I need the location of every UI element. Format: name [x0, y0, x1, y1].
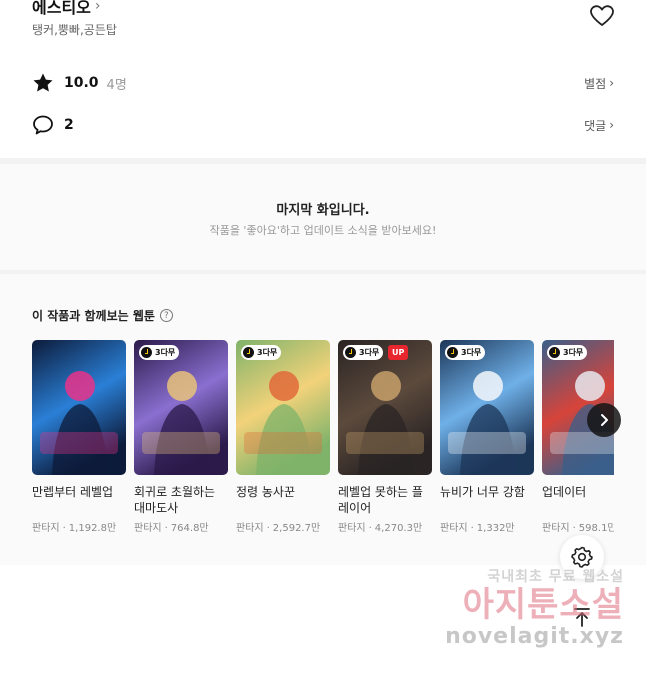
settings-button[interactable]	[560, 535, 604, 579]
webtoon-genre: 판타지	[236, 523, 264, 534]
webtoon-title: 업데이터	[542, 485, 587, 499]
clock-icon	[243, 347, 254, 358]
webtoon-card[interactable]: 3다무 업데이터 판타지 · 598.1만	[542, 340, 614, 534]
up-badge: UP	[388, 345, 409, 360]
webtoon-thumbnail: 3다무	[236, 340, 330, 475]
comment-link-label: 댓글	[584, 118, 607, 133]
webtoon-views: 1,192.8만	[68, 523, 117, 534]
wait-free-badge: 3다무	[139, 345, 180, 360]
rating-value: 10.0	[64, 75, 99, 91]
webtoon-views: 764.8만	[170, 523, 209, 534]
wait-free-badge: 3다무	[241, 345, 282, 360]
work-title: 에스티오	[32, 0, 91, 17]
webtoon-title: 뉴비가 너무 강함	[440, 485, 525, 499]
work-title-link[interactable]: 에스티오 ›	[32, 0, 101, 18]
webtoon-card[interactable]: 3다무 뉴비가 너무 강함 판타지 · 1,332만	[440, 340, 534, 534]
webtoon-meta: 판타지 · 598.1만	[542, 519, 614, 534]
last-episode-subtitle: 작품을 '좋아요'하고 업데이트 소식을 받아보세요!	[209, 224, 437, 237]
webtoon-card[interactable]: 3다무 정령 농사꾼 판타지 · 2,592.7만	[236, 340, 330, 534]
webtoon-card[interactable]: 3다무 UP 레벨업 못하는 플레이어 판타지 · 4,270.3만	[338, 340, 432, 534]
rating-link-label: 별점	[584, 76, 607, 91]
webtoon-genre: 판타지	[134, 523, 162, 534]
wait-free-badge: 3다무	[445, 345, 486, 360]
last-episode-title: 마지막 화입니다.	[276, 203, 370, 218]
clock-icon	[549, 347, 560, 358]
scroll-top-button[interactable]	[560, 595, 604, 639]
webtoon-thumbnail: 3다무	[134, 340, 228, 475]
clock-icon	[345, 347, 356, 358]
comment-icon	[32, 114, 54, 136]
rating-row: 10.0 4명 별점 ›	[32, 71, 614, 95]
cover-art	[32, 340, 126, 475]
webtoon-thumbnail: 3다무	[440, 340, 534, 475]
webtoon-meta: 판타지 · 764.8만	[134, 523, 209, 534]
webtoon-meta: 판타지 · 1,332만	[440, 523, 515, 534]
badge-label: 3다무	[461, 348, 482, 357]
cover-art	[338, 340, 432, 475]
recommendation-carousel: 만렙부터 레벨업 판타지 · 1,192.8만 3다무 회귀로 초월하는 대마도사 …	[32, 340, 614, 560]
webtoon-meta: 판타지 · 2,592.7만	[236, 523, 321, 534]
webtoon-genre: 판타지	[338, 523, 366, 534]
webtoon-views: 598.1만	[578, 523, 614, 534]
work-authors: 탱커,뿡빠,공든탑	[32, 23, 117, 37]
recommendation-title: 이 작품과 함께보는 웹툰	[32, 309, 155, 323]
webtoon-title: 만렙부터 레벨업	[32, 485, 114, 499]
badge-label: 3다무	[257, 348, 278, 357]
clock-icon	[447, 347, 458, 358]
webtoon-views: 4,270.3만	[374, 523, 423, 534]
work-info-panel: 에스티오 › 탱커,뿡빠,공든탑 10.0 4명 별점 › 2 댓글 ›	[0, 0, 646, 158]
cover-art	[134, 340, 228, 475]
webtoon-views: 2,592.7만	[272, 523, 321, 534]
wait-free-badge: 3다무	[343, 345, 384, 360]
webtoon-title: 회귀로 초월하는 대마도사	[134, 485, 216, 515]
cover-art	[236, 340, 330, 475]
gear-icon	[571, 546, 593, 568]
webtoon-views: 1,332만	[476, 523, 515, 534]
webtoon-thumbnail: 3다무 UP	[338, 340, 432, 475]
webtoon-title: 레벨업 못하는 플레이어	[338, 485, 423, 515]
clock-icon	[141, 347, 152, 358]
webtoon-card[interactable]: 3다무 회귀로 초월하는 대마도사 판타지 · 764.8만	[134, 340, 228, 534]
webtoon-title: 정령 농사꾼	[236, 485, 296, 499]
rating-count: 4명	[106, 77, 127, 93]
webtoon-genre: 판타지	[440, 523, 468, 534]
heart-icon[interactable]	[590, 5, 614, 27]
cover-art	[440, 340, 534, 475]
comment-row: 2 댓글 ›	[32, 113, 614, 137]
chevron-right-icon: ›	[609, 118, 614, 132]
webtoon-meta: 판타지 · 1,192.8만	[32, 523, 117, 534]
recommendation-header: 이 작품과 함께보는 웹툰 ?	[32, 307, 173, 324]
badge-label: 3다무	[359, 348, 380, 357]
webtoon-thumbnail	[32, 340, 126, 475]
webtoon-genre: 판타지	[32, 523, 60, 534]
star-icon	[32, 72, 54, 94]
badge-label: 3다무	[563, 348, 584, 357]
badge-label: 3다무	[155, 348, 176, 357]
carousel-next-button[interactable]	[587, 403, 621, 437]
wait-free-badge: 3다무	[547, 345, 588, 360]
comment-link[interactable]: 댓글 ›	[584, 117, 614, 134]
last-episode-notice: 마지막 화입니다. 작품을 '좋아요'하고 업데이트 소식을 받아보세요!	[0, 164, 646, 270]
webtoon-meta: 판타지 · 4,270.3만	[338, 523, 423, 534]
chevron-right-icon	[601, 414, 608, 426]
arrow-up-icon	[574, 608, 590, 627]
rating-link[interactable]: 별점 ›	[584, 75, 614, 92]
help-icon[interactable]: ?	[159, 309, 173, 322]
chevron-right-icon: ›	[94, 0, 101, 14]
chevron-right-icon: ›	[609, 76, 614, 90]
recommendation-section: 이 작품과 함께보는 웹툰 ? 만렙부터 레벨업 판타지 · 1,192.8만 3다…	[0, 274, 646, 565]
webtoon-genre: 판타지	[542, 523, 570, 534]
webtoon-card[interactable]: 만렙부터 레벨업 판타지 · 1,192.8만	[32, 340, 126, 534]
comment-count: 2	[64, 117, 74, 133]
